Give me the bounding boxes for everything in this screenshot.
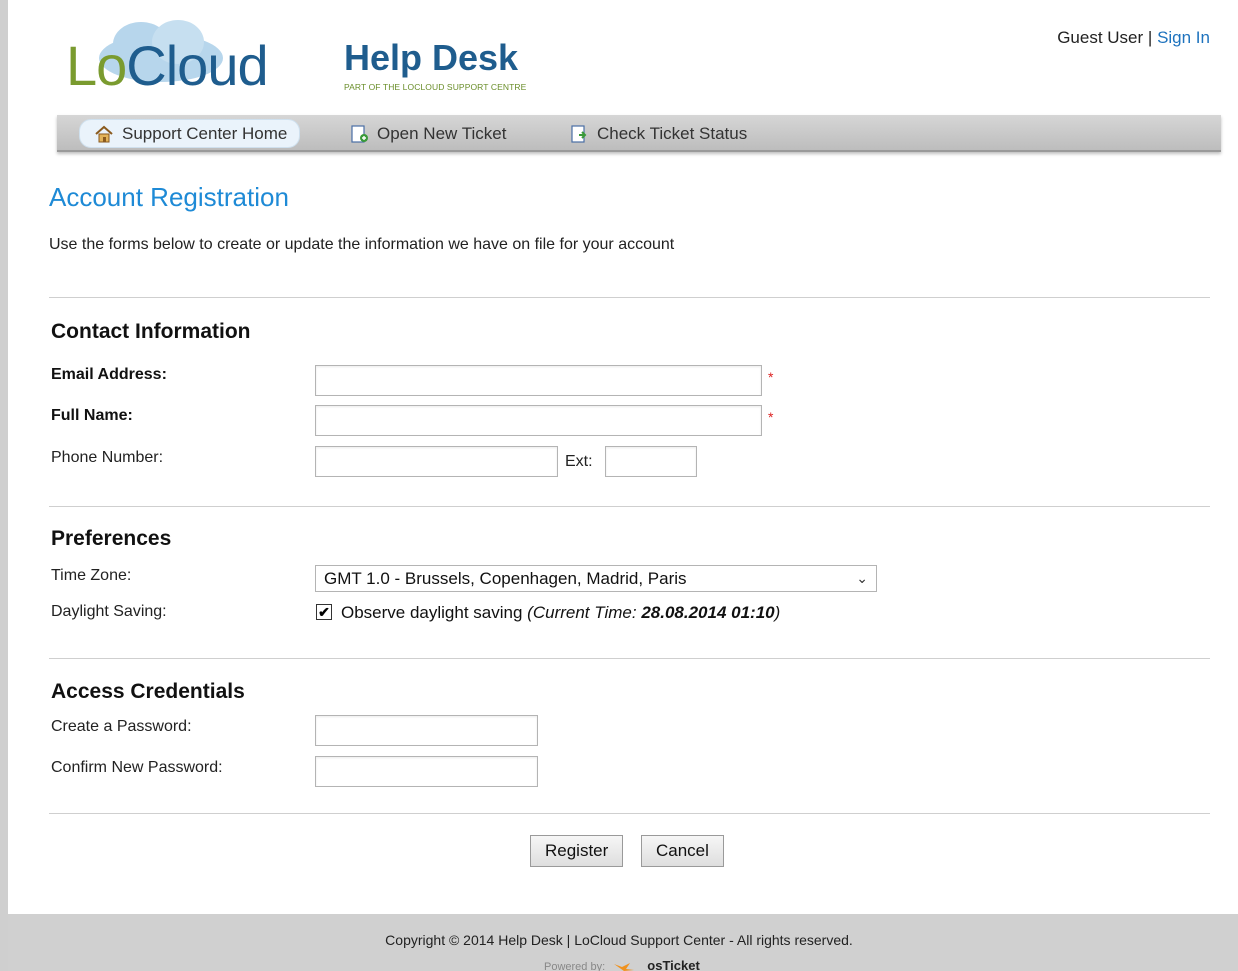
sign-in-link[interactable]: Sign In	[1157, 28, 1210, 47]
nav-label: Open New Ticket	[377, 124, 507, 143]
full-name-field[interactable]	[315, 405, 762, 436]
register-button[interactable]: Register	[530, 835, 624, 867]
intro-text: Use the forms below to create or update …	[49, 236, 675, 253]
powered-by-label: Powered by:	[544, 961, 606, 971]
ticket-status-icon	[571, 124, 587, 143]
daylight-saving-checkbox[interactable]: ✔	[316, 604, 332, 620]
logo-helpdesk-text: Help Desk	[344, 37, 519, 78]
phone-field[interactable]	[315, 446, 558, 477]
checkmark-icon: ✔	[318, 604, 330, 620]
confirm-password-field[interactable]	[315, 756, 538, 787]
home-icon	[95, 125, 113, 142]
footer-copyright: Copyright © 2014 Help Desk | LoCloud Sup…	[385, 932, 853, 948]
logo-lo-text: Lo	[66, 34, 127, 97]
full-name-required-marker: *	[768, 409, 774, 425]
logo-cloud-text: Cloud	[126, 34, 268, 97]
user-separator: |	[1147, 28, 1153, 47]
main-nav: Support Center Home Open New Ticket Chec…	[57, 115, 1221, 152]
timezone-select[interactable]: GMT 1.0 - Brussels, Copenhagen, Madrid, …	[315, 565, 877, 592]
nav-support-center-home[interactable]: Support Center Home	[79, 119, 301, 148]
locloud-helpdesk-logo[interactable]: LoCloud Help Desk PART OF THE LOCLOUD SU…	[66, 18, 586, 98]
nav-label: Support Center Home	[122, 124, 288, 143]
email-label: Email Address:	[51, 366, 167, 383]
create-password-label: Create a Password:	[51, 718, 192, 735]
logo-wordmark: LoCloud	[66, 34, 269, 97]
logo-tagline: PART OF THE LOCLOUD SUPPORT CENTRE	[344, 82, 527, 92]
osticket-brand: osTicket	[647, 958, 700, 971]
daylight-saving-label: Daylight Saving:	[51, 603, 167, 620]
preferences-heading: Preferences	[51, 527, 172, 550]
nav-label: Check Ticket Status	[597, 124, 748, 143]
section-divider	[49, 297, 1210, 298]
section-divider	[49, 813, 1210, 814]
page-left-margin	[0, 0, 8, 971]
daylight-saving-text: Observe daylight saving (Current Time: 2…	[341, 603, 780, 623]
current-time-value: 28.08.2014 01:10	[641, 603, 775, 622]
access-credentials-heading: Access Credentials	[51, 680, 245, 703]
section-divider	[49, 506, 1210, 507]
current-time-suffix: )	[774, 603, 781, 622]
ext-label: Ext:	[565, 453, 593, 470]
page-title: Account Registration	[49, 182, 289, 212]
phone-label: Phone Number:	[51, 449, 164, 466]
powered-by[interactable]: Powered by: osTicket	[544, 958, 700, 971]
new-ticket-icon	[351, 124, 368, 143]
guest-user-label: Guest User	[1057, 28, 1144, 47]
create-password-field[interactable]	[315, 715, 538, 746]
user-box: Guest User | Sign In	[1057, 28, 1210, 48]
section-divider	[49, 658, 1210, 659]
osticket-logo-icon	[614, 963, 635, 971]
timezone-selected-value: GMT 1.0 - Brussels, Copenhagen, Madrid, …	[324, 569, 687, 588]
full-name-label: Full Name:	[51, 407, 133, 424]
email-field[interactable]	[315, 365, 762, 396]
timezone-label: Time Zone:	[51, 567, 132, 584]
chevron-down-icon: ⌄	[856, 570, 868, 586]
current-time-prefix: (Current Time:	[527, 603, 642, 622]
ext-field[interactable]	[605, 446, 697, 477]
nav-check-ticket-status[interactable]: Check Ticket Status	[569, 119, 747, 148]
email-required-marker: *	[768, 369, 774, 385]
confirm-password-label: Confirm New Password:	[51, 759, 223, 776]
observe-dst-label: Observe daylight saving	[341, 603, 523, 622]
contact-info-heading: Contact Information	[51, 320, 251, 343]
nav-open-new-ticket[interactable]: Open New Ticket	[349, 119, 506, 148]
cancel-button[interactable]: Cancel	[641, 835, 724, 867]
